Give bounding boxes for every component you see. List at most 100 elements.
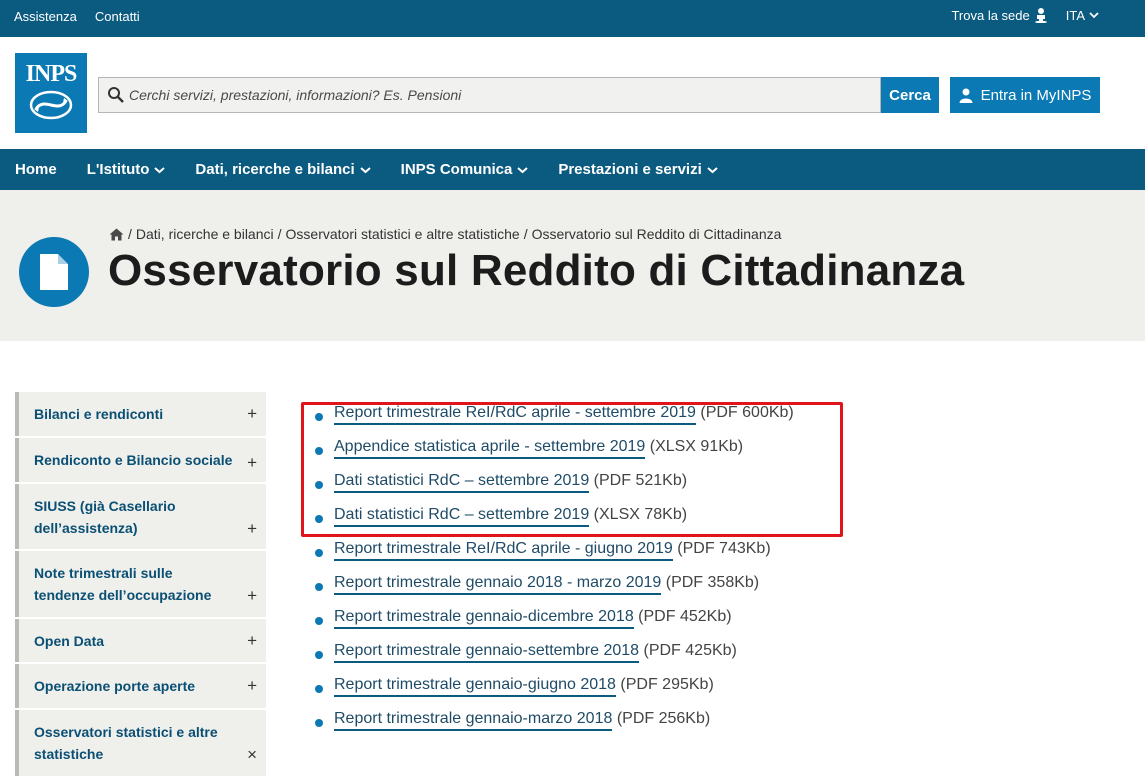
bullet-icon <box>315 583 323 591</box>
inps-logo[interactable]: INPS <box>15 53 87 133</box>
sidebar-item-rendiconto-bilancio-sociale[interactable]: Rendiconto e Bilancio sociale + <box>15 438 266 482</box>
language-label: ITA <box>1065 7 1085 23</box>
search-bar <box>98 77 881 113</box>
document-link[interactable]: Appendice statistica aprile - settembre … <box>334 438 646 459</box>
bullet-icon <box>315 413 323 421</box>
document-link[interactable]: Report trimestrale gennaio-dicembre 2018 <box>334 608 634 629</box>
list-item: Report trimestrale gennaio-marzo 2018 (P… <box>312 710 794 744</box>
document-link[interactable]: Report trimestrale gennaio-marzo 2018 <box>334 710 613 731</box>
expand-plus-icon: + <box>247 676 257 695</box>
trova-sede-link[interactable]: Trova la sede <box>951 7 1047 23</box>
logo-emblem-icon <box>29 90 73 120</box>
main-navigation: Home L'Istituto Dati, ricerche e bilanci… <box>0 149 1145 190</box>
nav-home[interactable]: Home <box>15 161 57 178</box>
chevron-down-icon <box>517 166 529 173</box>
location-person-icon <box>1034 8 1047 23</box>
search-button[interactable]: Cerca <box>881 77 939 113</box>
myinps-login-button[interactable]: Entra in MyINPS <box>950 77 1100 113</box>
search-icon <box>108 87 124 103</box>
bullet-icon <box>315 651 323 659</box>
expand-plus-icon: + <box>247 404 257 423</box>
bullet-icon <box>315 549 323 557</box>
contatti-link[interactable]: Contatti <box>95 9 140 24</box>
list-item: Report trimestrale gennaio-settembre 201… <box>312 642 794 676</box>
sidebar-item-note-trimestrali[interactable]: Note trimestrali sulle tendenze dell’occ… <box>15 551 266 617</box>
bullet-icon <box>315 719 323 727</box>
sidebar-item-label: Operazione porte aperte <box>34 678 196 694</box>
nav-dati-ricerche-bilanci[interactable]: Dati, ricerche e bilanci <box>195 161 371 178</box>
list-item: Report trimestrale gennaio-giugno 2018 (… <box>312 676 794 710</box>
breadcrumb: / Dati, ricerche e bilanci / Osservatori… <box>109 226 781 242</box>
assistenza-link[interactable]: Assistenza <box>14 9 77 24</box>
user-icon <box>959 88 973 103</box>
expand-plus-icon: + <box>247 453 257 472</box>
sidebar-item-label: Note trimestrali sulle tendenze dell’occ… <box>34 565 212 603</box>
bullet-icon <box>315 617 323 625</box>
list-item: Report trimestrale gennaio 2018 - marzo … <box>312 574 794 608</box>
bullet-icon <box>315 685 323 693</box>
sidebar-item-siuss[interactable]: SIUSS (già Casellario dell’assistenza) + <box>15 484 266 549</box>
nav-istituto-label: L'Istituto <box>86 161 150 178</box>
nav-comunica-label: INPS Comunica <box>400 161 513 178</box>
page-icon-badge <box>19 237 89 307</box>
logo-text: INPS <box>25 61 78 87</box>
page-title: Osservatorio sul Reddito di Cittadinanza <box>108 246 965 295</box>
expand-plus-icon: + <box>247 519 257 538</box>
document-meta: (PDF 600Kb) <box>700 404 794 421</box>
sidebar-item-open-data[interactable]: Open Data + <box>15 619 266 662</box>
site-header: INPS Cerca Entra in MyINPS <box>0 37 1145 149</box>
sidebar-item-bilanci-rendiconti[interactable]: Bilanci e rendiconti + <box>15 392 266 436</box>
list-item: Appendice statistica aprile - settembre … <box>312 438 794 472</box>
document-link[interactable]: Report trimestrale gennaio 2018 - marzo … <box>334 574 662 595</box>
expand-plus-icon: + <box>247 586 257 605</box>
sidebar-item-osservatori-statistici[interactable]: Osservatori statistici e altre statistic… <box>15 710 266 776</box>
nav-istituto[interactable]: L'Istituto <box>87 161 166 178</box>
document-link[interactable]: Report trimestrale ReI/RdC aprile - sett… <box>334 404 696 425</box>
list-item: Dati statistici RdC – settembre 2019 (XL… <box>312 506 794 540</box>
sidebar-item-label: Bilanci e rendiconti <box>34 406 164 422</box>
trova-sede-label: Trova la sede <box>951 7 1030 23</box>
nav-home-label: Home <box>15 161 57 178</box>
document-link[interactable]: Dati statistici RdC – settembre 2019 <box>334 472 590 493</box>
breadcrumb-current: Osservatorio sul Reddito di Cittadinanza <box>531 226 782 242</box>
nav-prestazioni-label: Prestazioni e servizi <box>558 161 702 178</box>
document-link[interactable]: Report trimestrale ReI/RdC aprile - giug… <box>334 540 673 561</box>
breadcrumb-separator: / <box>277 226 282 242</box>
chevron-down-icon <box>1089 12 1099 19</box>
list-item: Report trimestrale ReI/RdC aprile - giug… <box>312 540 794 574</box>
document-link[interactable]: Dati statistici RdC – settembre 2019 <box>334 506 590 527</box>
sidebar-item-label: Osservatori statistici e altre statistic… <box>34 724 218 762</box>
breadcrumb-osservatori[interactable]: Osservatori statistici e altre statistic… <box>286 226 520 242</box>
bullet-icon <box>315 481 323 489</box>
list-item: Report trimestrale ReI/RdC aprile - sett… <box>312 404 794 438</box>
breadcrumb-separator: / <box>523 226 528 242</box>
sidebar-item-label: Open Data <box>34 632 105 649</box>
document-link[interactable]: Report trimestrale gennaio-settembre 201… <box>334 642 640 663</box>
sidebar-menu: Bilanci e rendiconti + Rendiconto e Bila… <box>15 392 266 776</box>
sidebar-item-operazione-porte-aperte[interactable]: Operazione porte aperte + <box>15 664 266 708</box>
nav-inps-comunica[interactable]: INPS Comunica <box>401 161 529 178</box>
document-list: Report trimestrale ReI/RdC aprile - sett… <box>312 404 794 744</box>
breadcrumb-separator: / <box>128 226 132 242</box>
document-icon <box>40 254 68 290</box>
document-meta: (PDF 295Kb) <box>620 676 714 693</box>
document-link[interactable]: Report trimestrale gennaio-giugno 2018 <box>334 676 616 697</box>
page-title-band: / Dati, ricerche e bilanci / Osservatori… <box>0 190 1145 341</box>
language-selector[interactable]: ITA <box>1066 8 1099 23</box>
document-meta: (PDF 743Kb) <box>677 540 771 557</box>
list-item: Dati statistici RdC – settembre 2019 (PD… <box>312 472 794 506</box>
home-icon[interactable] <box>109 228 124 241</box>
search-input[interactable] <box>129 87 869 103</box>
list-item: Report trimestrale gennaio-dicembre 2018… <box>312 608 794 642</box>
nav-dati-label: Dati, ricerche e bilanci <box>195 161 355 178</box>
expand-plus-icon: + <box>247 630 257 650</box>
sidebar-item-label: SIUSS (già Casellario dell’assistenza) <box>34 497 176 536</box>
collapse-x-icon: × <box>247 745 257 764</box>
bullet-icon <box>315 515 323 523</box>
myinps-login-label: Entra in MyINPS <box>980 86 1092 104</box>
document-meta: (PDF 452Kb) <box>638 608 732 625</box>
chevron-down-icon <box>154 166 166 173</box>
breadcrumb-dati-ricerche[interactable]: Dati, ricerche e bilanci <box>136 226 274 242</box>
document-meta: (PDF 256Kb) <box>616 710 711 727</box>
nav-prestazioni-servizi[interactable]: Prestazioni e servizi <box>558 161 718 178</box>
